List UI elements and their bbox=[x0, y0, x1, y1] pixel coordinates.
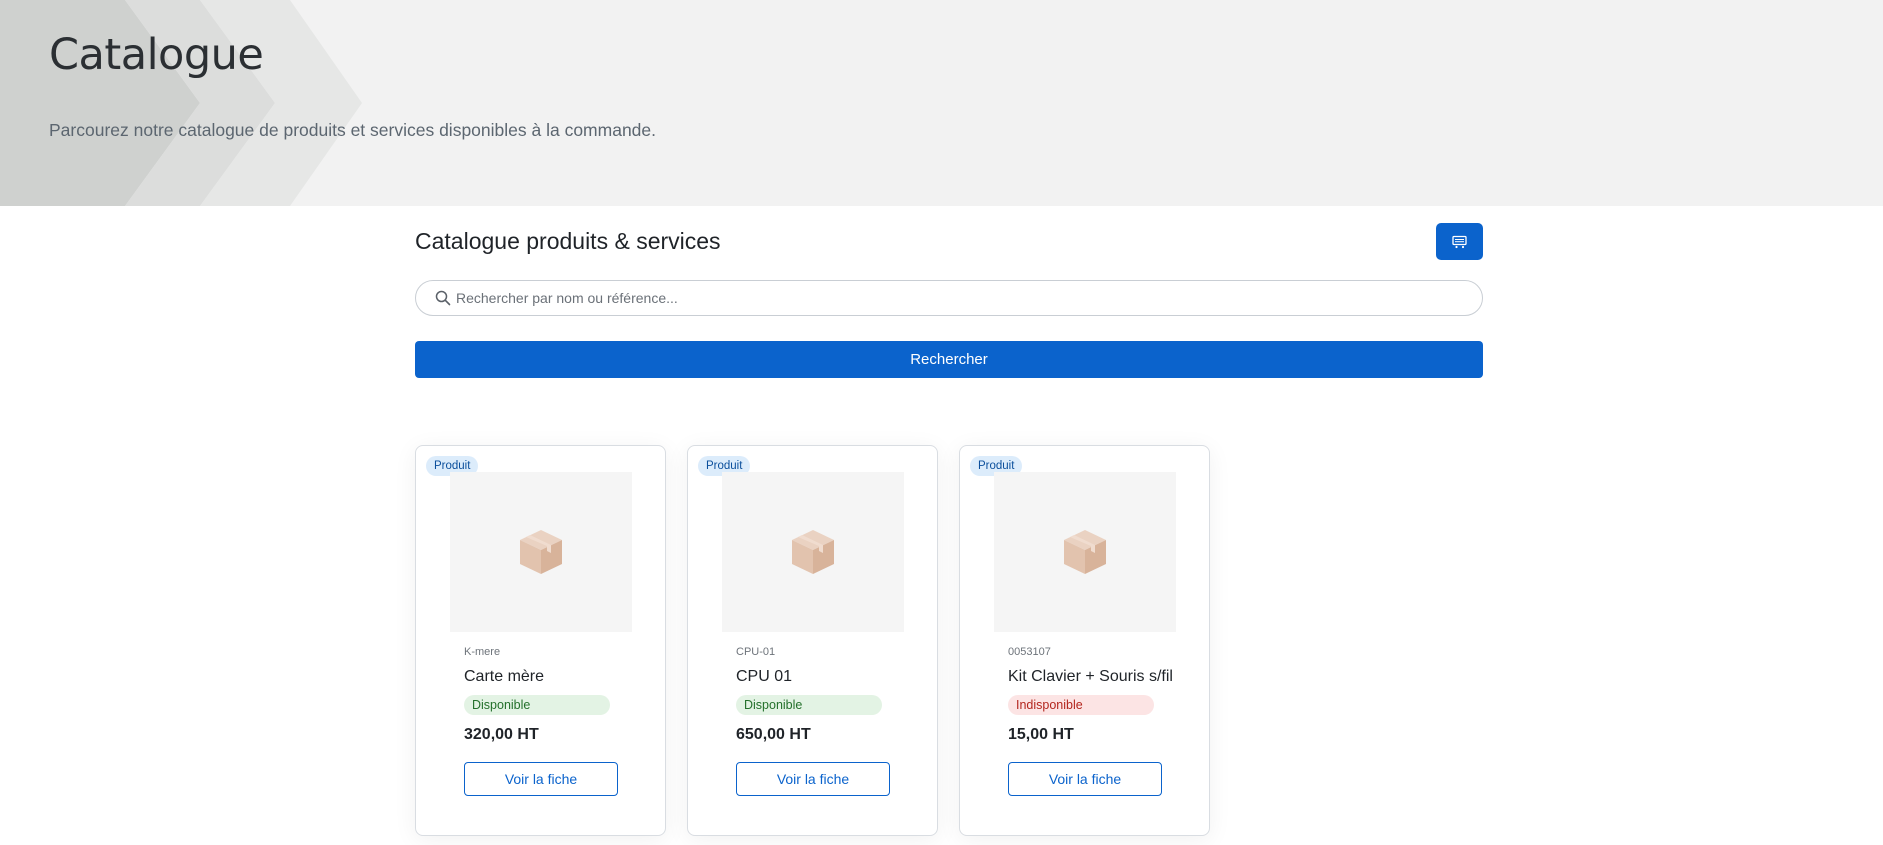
product-price: 650,00 HT bbox=[736, 726, 811, 743]
search-button[interactable]: Rechercher bbox=[415, 341, 1483, 378]
product-name: CPU 01 bbox=[736, 668, 793, 685]
product-name: Kit Clavier + Souris s/fil bbox=[1008, 668, 1173, 685]
product-card: Produit CPU-01 CPU 01 Disponible 650,00 … bbox=[687, 445, 938, 836]
availability-badge: Disponible bbox=[736, 695, 882, 715]
product-reference: 0053107 bbox=[1008, 646, 1051, 658]
search-icon bbox=[435, 290, 451, 306]
product-image bbox=[722, 472, 904, 632]
cart-button[interactable] bbox=[1436, 223, 1483, 260]
box-icon bbox=[1064, 530, 1106, 574]
availability-badge: Disponible bbox=[464, 695, 610, 715]
page-subtitle: Parcourez notre catalogue de produits et… bbox=[49, 120, 657, 140]
view-product-button[interactable]: Voir la fiche bbox=[736, 762, 890, 796]
product-image bbox=[450, 472, 632, 632]
search-input[interactable] bbox=[454, 282, 1458, 314]
box-icon bbox=[520, 530, 562, 574]
product-card: Produit K-mere Carte mère Disponible 320… bbox=[415, 445, 666, 836]
page-title: Catalogue bbox=[49, 30, 264, 80]
product-reference: K-mere bbox=[464, 646, 501, 658]
availability-badge: Indisponible bbox=[1008, 695, 1154, 715]
product-image bbox=[994, 472, 1176, 632]
product-price: 15,00 HT bbox=[1008, 726, 1074, 743]
product-card: Produit 0053107 Kit Clavier + Souris s/f… bbox=[959, 445, 1210, 836]
product-reference: CPU-01 bbox=[736, 646, 776, 658]
section-title: Catalogue produits & services bbox=[415, 228, 721, 254]
product-name: Carte mère bbox=[464, 668, 545, 685]
cart-icon bbox=[1451, 235, 1467, 248]
view-product-button[interactable]: Voir la fiche bbox=[1008, 762, 1162, 796]
view-product-button[interactable]: Voir la fiche bbox=[464, 762, 618, 796]
box-icon bbox=[792, 530, 834, 574]
page-header-banner: Catalogue Parcourez notre catalogue de p… bbox=[0, 0, 1883, 206]
product-price: 320,00 HT bbox=[464, 726, 539, 743]
search-field[interactable] bbox=[415, 280, 1483, 316]
